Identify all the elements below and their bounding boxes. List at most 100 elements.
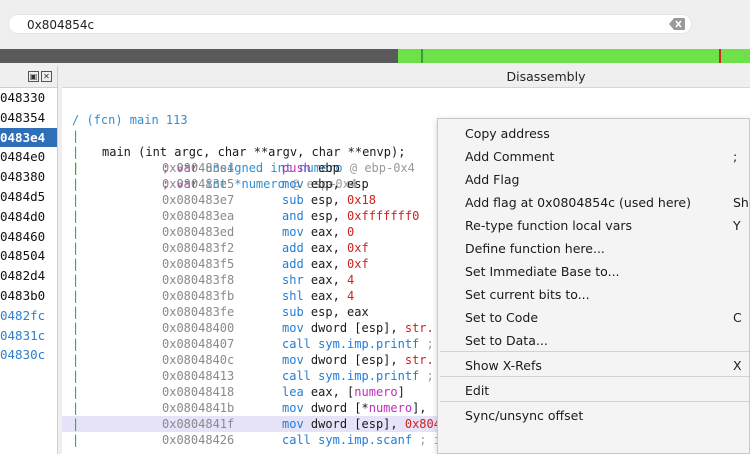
menu-item[interactable]: Add Comment; (438, 146, 750, 168)
mnemonic: call (282, 369, 311, 383)
immediate: 4 (347, 289, 355, 303)
menu-item[interactable]: Copy address (438, 123, 750, 145)
clear-icon[interactable] (669, 18, 685, 30)
function-address: 0483e4 (0, 129, 46, 145)
functions-list: 048330 048354 0483e4 0484e0 048380 0484d5 0484… (0, 88, 57, 365)
menu-item[interactable]: Re-type function local vars Y (438, 215, 750, 237)
immediate: 0x18 (347, 193, 376, 207)
flow-pipe: | (72, 401, 80, 415)
function-list-item[interactable]: 0483b0 (0, 286, 57, 306)
mnemonic: add (282, 241, 304, 255)
flow-pipe: | (72, 161, 80, 175)
function-list-item[interactable]: 0482fc (0, 306, 57, 326)
close-panel-icon[interactable]: ✕ (41, 71, 52, 82)
function-address: 0484d5 (0, 188, 46, 204)
operands: eax, (310, 241, 348, 255)
instruction: push ebp (282, 160, 340, 176)
section-navbar[interactable] (0, 49, 750, 63)
menu-item-shortcut: Shi (733, 195, 750, 210)
function-list-item[interactable]: 048380 (0, 167, 57, 187)
flow-pipe: | (72, 177, 80, 191)
menu-item-shortcut: ; (733, 149, 738, 164)
operands: dword [esp], (310, 353, 405, 367)
menu-item[interactable]: Edit (438, 380, 750, 402)
instruction: call sym.imp.printf ; (282, 336, 434, 352)
menu-item[interactable]: Add flag at 0x0804854c (used here) Shi (438, 192, 750, 214)
flow-pipe: | (72, 257, 80, 271)
instruction: lea eax, [numero] (282, 384, 405, 400)
instruction-address: 0x080483f5 (162, 257, 235, 271)
mnemonic: add (282, 257, 304, 271)
menu-item-label: Set Immediate Base to... (465, 264, 620, 279)
local-var: numero (368, 401, 413, 415)
mnemonic: lea (282, 385, 304, 399)
function-address: 0484d0 (0, 208, 46, 224)
mnemonic: mov (282, 417, 304, 431)
menu-item-shortcut: Y (733, 218, 741, 233)
operands: eax, [ (310, 385, 355, 399)
immediate: 0xf (347, 241, 369, 255)
menu-item[interactable]: Add Flag (438, 169, 750, 191)
mnemonic: shr (282, 273, 304, 287)
menu-item[interactable]: Define function here... (438, 238, 750, 260)
address-input[interactable] (27, 16, 647, 33)
menu-item[interactable]: Sync/unsync offset (438, 405, 750, 427)
menu-item-label: Add flag at 0x0804854c (used here) (465, 195, 691, 210)
instruction-address: 0x080483fb (162, 289, 235, 303)
instruction: mov dword [esp], str. (282, 320, 434, 336)
function-list-item[interactable]: 0484e0 (0, 147, 57, 167)
menu-item-label: Edit (465, 383, 490, 398)
function-address: 048330 (0, 90, 46, 105)
instruction-address: 0x080483ed (162, 225, 235, 239)
instruction-address: 0x08048413 (162, 369, 235, 383)
instruction: shl eax, 4 (282, 288, 354, 304)
function-list-item[interactable]: 048460 (0, 227, 57, 247)
flow-pipe: | (72, 369, 80, 383)
flow-pipe: | (72, 385, 80, 399)
instruction-address: 0x08048426 (162, 433, 235, 447)
flow-pipe: | (72, 193, 80, 207)
function-list-item[interactable]: 0483e4 (0, 127, 57, 148)
instruction: mov eax, 0 (282, 224, 354, 240)
symbol: str. (404, 321, 434, 335)
function-list-item[interactable]: 0484d5 (0, 187, 57, 207)
instruction: shr eax, 4 (282, 272, 354, 288)
function-address: 048504 (0, 248, 46, 264)
function-list-item[interactable]: 0482d4 (0, 266, 57, 286)
menu-item[interactable]: Set to Code C (438, 307, 750, 329)
function-list-item[interactable]: 04831c (0, 326, 57, 346)
mnemonic: and (282, 209, 304, 223)
operands: ebp, esp (310, 177, 369, 191)
fcn-header-line: / (fcn) main 113 (62, 96, 750, 127)
operands: esp, eax (310, 305, 369, 319)
operand-close: ], (412, 401, 427, 415)
function-address: 04831c (0, 327, 46, 343)
menu-item[interactable]: Set Immediate Base to... (438, 261, 750, 283)
context-menu: Copy address Add Comment; Add Flag Add flag… (437, 118, 750, 454)
address-field[interactable] (8, 14, 692, 34)
menu-item[interactable]: Set current bits to... (438, 284, 750, 306)
menu-item[interactable]: Set to Data... (438, 330, 750, 352)
menu-item-label: Define function here... (465, 241, 605, 256)
menu-item-label: Sync/unsync offset (465, 408, 584, 423)
function-list-item[interactable]: 0484d0 (0, 207, 57, 227)
symbol: sym.imp.scanf (318, 433, 413, 447)
comment: ; (419, 337, 434, 351)
instruction: and esp, 0xfffffff0 (282, 208, 419, 224)
function-address: 0482d4 (0, 268, 46, 284)
function-address: 04830c (0, 347, 46, 363)
mnemonic: call (282, 433, 311, 447)
menu-item[interactable]: Show X-Refs X (438, 355, 750, 377)
instruction: sub esp, 0x18 (282, 192, 376, 208)
instruction-address: 0x080483e4 (162, 161, 235, 175)
operands: ebp (318, 161, 340, 175)
function-address: 0484e0 (0, 149, 46, 165)
functions-panel: ▣ ✕ 048330 048354 0483e4 0484e0 048380 0484d5… (0, 66, 58, 454)
function-list-item[interactable]: 048504 (0, 246, 57, 266)
mnemonic: mov (282, 401, 304, 415)
float-panel-icon[interactable]: ▣ (28, 71, 39, 82)
function-list-item[interactable]: 04830c (0, 345, 57, 365)
function-list-item[interactable]: 048354 (0, 108, 57, 128)
function-list-item[interactable]: 048330 (0, 88, 57, 108)
function-address: 0482fc (0, 307, 46, 323)
